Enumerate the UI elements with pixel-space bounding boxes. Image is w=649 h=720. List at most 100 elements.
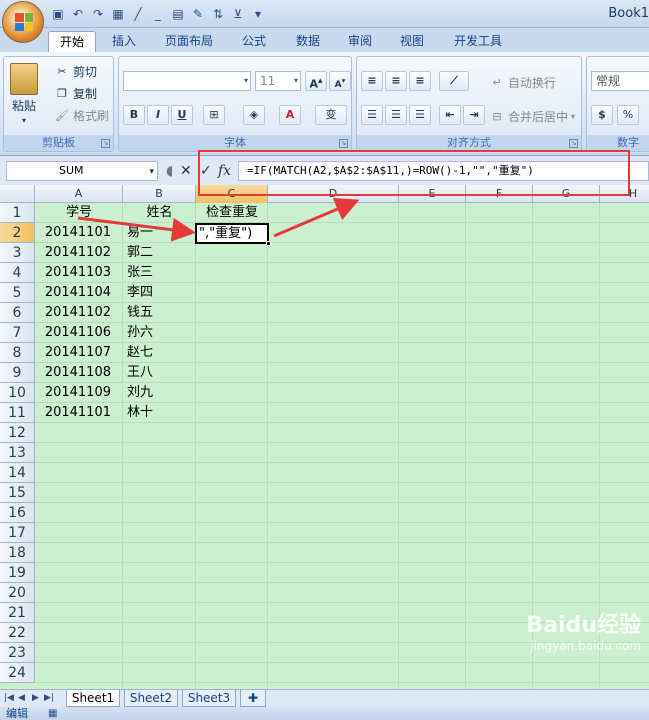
grow-font-button[interactable]: A▴	[305, 71, 327, 91]
office-button[interactable]	[2, 1, 44, 43]
underline-icon[interactable]: _	[150, 6, 166, 22]
column-header-b[interactable]: B	[123, 185, 196, 203]
copy-button[interactable]: ❐ 复制	[54, 85, 97, 102]
bold-button[interactable]: B	[123, 105, 145, 125]
prev-sheet-icon[interactable]: ◀	[18, 693, 25, 703]
align-left-button[interactable]: ☰	[361, 105, 383, 125]
cancel-entry-button[interactable]: ✕	[180, 163, 192, 179]
row-header[interactable]: 19	[0, 563, 35, 583]
cell-name[interactable]: 钱五	[127, 303, 193, 323]
tab-page-layout[interactable]: 页面布局	[158, 31, 220, 52]
cell-id[interactable]: 20141107	[35, 343, 111, 363]
row-header[interactable]: 3	[0, 243, 35, 263]
sheet-tab-3[interactable]: Sheet3	[182, 690, 236, 707]
row-header[interactable]: 12	[0, 423, 35, 443]
cell-name[interactable]: 郭二	[127, 243, 193, 263]
table-icon[interactable]: ▦	[110, 6, 126, 22]
cell-id[interactable]: 20141106	[35, 323, 111, 343]
fill-handle[interactable]	[266, 241, 271, 246]
cell-id[interactable]: 20141103	[35, 263, 111, 283]
expand-icon[interactable]: ◖	[166, 163, 173, 179]
orientation-button[interactable]: ⟋	[439, 71, 469, 91]
tab-developer[interactable]: 开发工具	[446, 31, 510, 52]
paint-icon[interactable]: ✎	[190, 6, 206, 22]
decrease-indent-button[interactable]: ⇤	[439, 105, 461, 125]
cell-b1[interactable]: 姓名	[123, 203, 196, 223]
last-sheet-icon[interactable]: ▶|	[44, 693, 54, 703]
cell-id[interactable]: 20141108	[35, 363, 111, 383]
row-header[interactable]: 10	[0, 383, 35, 403]
cell-name[interactable]: 王八	[127, 363, 193, 383]
cell-id[interactable]: 20141101	[35, 403, 111, 423]
cell-id[interactable]: 20141102	[35, 243, 111, 263]
row-header[interactable]: 6	[0, 303, 35, 323]
sheet-tab-2[interactable]: Sheet2	[124, 690, 178, 707]
cell-id[interactable]: 20141101	[35, 223, 111, 243]
select-all-corner[interactable]	[0, 185, 35, 203]
tab-review[interactable]: 审阅	[340, 31, 380, 52]
undo-icon[interactable]: ↶	[70, 6, 86, 22]
row-header[interactable]: 1	[0, 203, 35, 223]
paste-button[interactable]: 粘贴 ▾	[10, 63, 38, 125]
merge-center-button[interactable]: ⊟ 合并后居中 ▾	[489, 108, 575, 125]
font-name-combo[interactable]: ▾	[123, 71, 251, 91]
row-header[interactable]: 4	[0, 263, 35, 283]
row-header[interactable]: 17	[0, 523, 35, 543]
row-header[interactable]: 8	[0, 343, 35, 363]
cell-name[interactable]: 易一	[127, 223, 193, 243]
row-header[interactable]: 22	[0, 623, 35, 643]
number-format-combo[interactable]: 常规	[591, 71, 649, 91]
cut-button[interactable]: ✂ 剪切	[54, 63, 97, 80]
increase-indent-button[interactable]: ⇥	[463, 105, 485, 125]
cell-name[interactable]: 张三	[127, 263, 193, 283]
macro-record-icon[interactable]: ▦	[48, 707, 57, 720]
tab-view[interactable]: 视图	[392, 31, 432, 52]
cell-a1[interactable]: 学号	[35, 203, 123, 223]
name-box[interactable]: SUM ▾	[6, 161, 158, 181]
cell-name[interactable]: 刘九	[127, 383, 193, 403]
phonetic-button[interactable]: 变	[315, 105, 347, 125]
tab-insert[interactable]: 插入	[102, 31, 146, 52]
row-header[interactable]: 9	[0, 363, 35, 383]
align-middle-button[interactable]: ≡	[385, 71, 407, 91]
tab-formulas[interactable]: 公式	[234, 31, 274, 52]
cell-name[interactable]: 李四	[127, 283, 193, 303]
customize-icon[interactable]: ▾	[250, 6, 266, 22]
align-right-button[interactable]: ☰	[409, 105, 431, 125]
italic-button[interactable]: I	[147, 105, 169, 125]
align-top-button[interactable]: ≡	[361, 71, 383, 91]
sheet-tab-1[interactable]: Sheet1	[66, 690, 120, 707]
active-cell-c2[interactable]: ","重复")	[195, 223, 271, 246]
borders-button[interactable]: ⊞	[203, 105, 225, 125]
dialog-launcher-icon[interactable]: ↘	[339, 139, 348, 148]
row-header[interactable]: 16	[0, 503, 35, 523]
format-painter-button[interactable]: 🖌 格式刷	[54, 107, 109, 124]
cell-name[interactable]: 赵七	[127, 343, 193, 363]
row-header[interactable]: 14	[0, 463, 35, 483]
font-color-button[interactable]: A	[279, 105, 301, 125]
dialog-launcher-icon[interactable]: ↘	[569, 139, 578, 148]
row-header[interactable]: 18	[0, 543, 35, 563]
next-sheet-icon[interactable]: ▶	[32, 693, 39, 703]
shrink-font-button[interactable]: A▾	[329, 71, 351, 91]
cell-name[interactable]: 孙六	[127, 323, 193, 343]
cell-id[interactable]: 20141104	[35, 283, 111, 303]
align-bottom-button[interactable]: ≡	[409, 71, 431, 91]
worksheet-grid[interactable]: A B C D E F G H 1 2 3 4 5 6 7 8 9 10 11 12 13 14 15 16 1…	[0, 185, 649, 689]
fill-color-button[interactable]: ◈	[243, 105, 265, 125]
column-header-a[interactable]: A	[35, 185, 123, 203]
grid-icon[interactable]: ▤	[170, 6, 186, 22]
redo-icon[interactable]: ↷	[90, 6, 106, 22]
row-header[interactable]: 11	[0, 403, 35, 423]
line-icon[interactable]: ╱	[130, 6, 146, 22]
row-header[interactable]: 7	[0, 323, 35, 343]
row-header[interactable]: 5	[0, 283, 35, 303]
underline-button[interactable]: U	[171, 105, 193, 125]
row-header[interactable]: 13	[0, 443, 35, 463]
align-center-button[interactable]: ☰	[385, 105, 407, 125]
first-sheet-icon[interactable]: |◀	[4, 693, 14, 703]
row-header[interactable]: 2	[0, 223, 35, 243]
dialog-launcher-icon[interactable]: ↘	[101, 139, 110, 148]
row-header[interactable]: 15	[0, 483, 35, 503]
cell-id[interactable]: 20141102	[35, 303, 111, 323]
